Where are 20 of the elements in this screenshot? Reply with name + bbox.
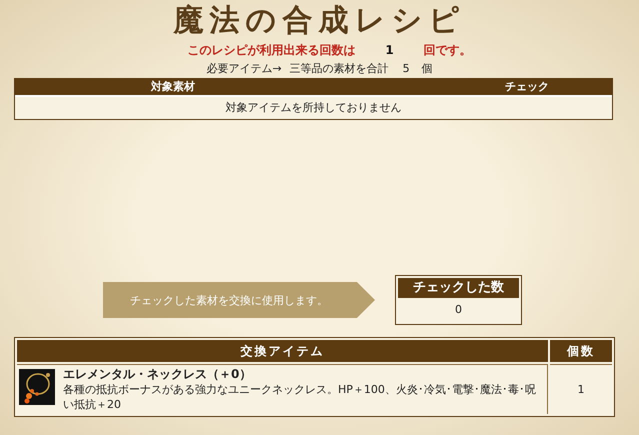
usage-label: このレシピが利用出来る回数は [187, 42, 356, 59]
column-header: チェック [504, 79, 550, 95]
item-description: 各種の抵抗ボーナスがある強力なユニークネックレス。HP＋100、火炎･冷気･電撃･魔法･毒･呪い抵抗＋20 [63, 382, 537, 412]
quantity-cell: 1 [550, 364, 612, 414]
column-header: 対象素材 [150, 79, 196, 95]
checked-count-value: 0 [454, 302, 463, 318]
checked-count-heading: チェックした数 [398, 278, 519, 298]
column-header: 交換アイテム [17, 340, 548, 362]
necklace-icon [19, 369, 55, 405]
usage-count: 1 [385, 42, 394, 59]
requirement-text: 三等品の素材を合計 [290, 61, 389, 77]
arrow-label: チェックした素材を交換に使用します。 [130, 292, 328, 308]
requirement-count: 5 [402, 61, 410, 77]
usage-suffix: 回です。 [424, 42, 472, 59]
item-name: エレメンタル・ネックレス（＋0） [63, 367, 252, 382]
requirement-unit: 個 [422, 61, 433, 77]
page-title: 魔法の合成レシピ [172, 2, 466, 40]
requirement-label: 必要アイテム→ [206, 61, 282, 77]
empty-message: 対象アイテムを所持しておりません [226, 101, 402, 114]
column-header: 個数 [550, 340, 612, 362]
